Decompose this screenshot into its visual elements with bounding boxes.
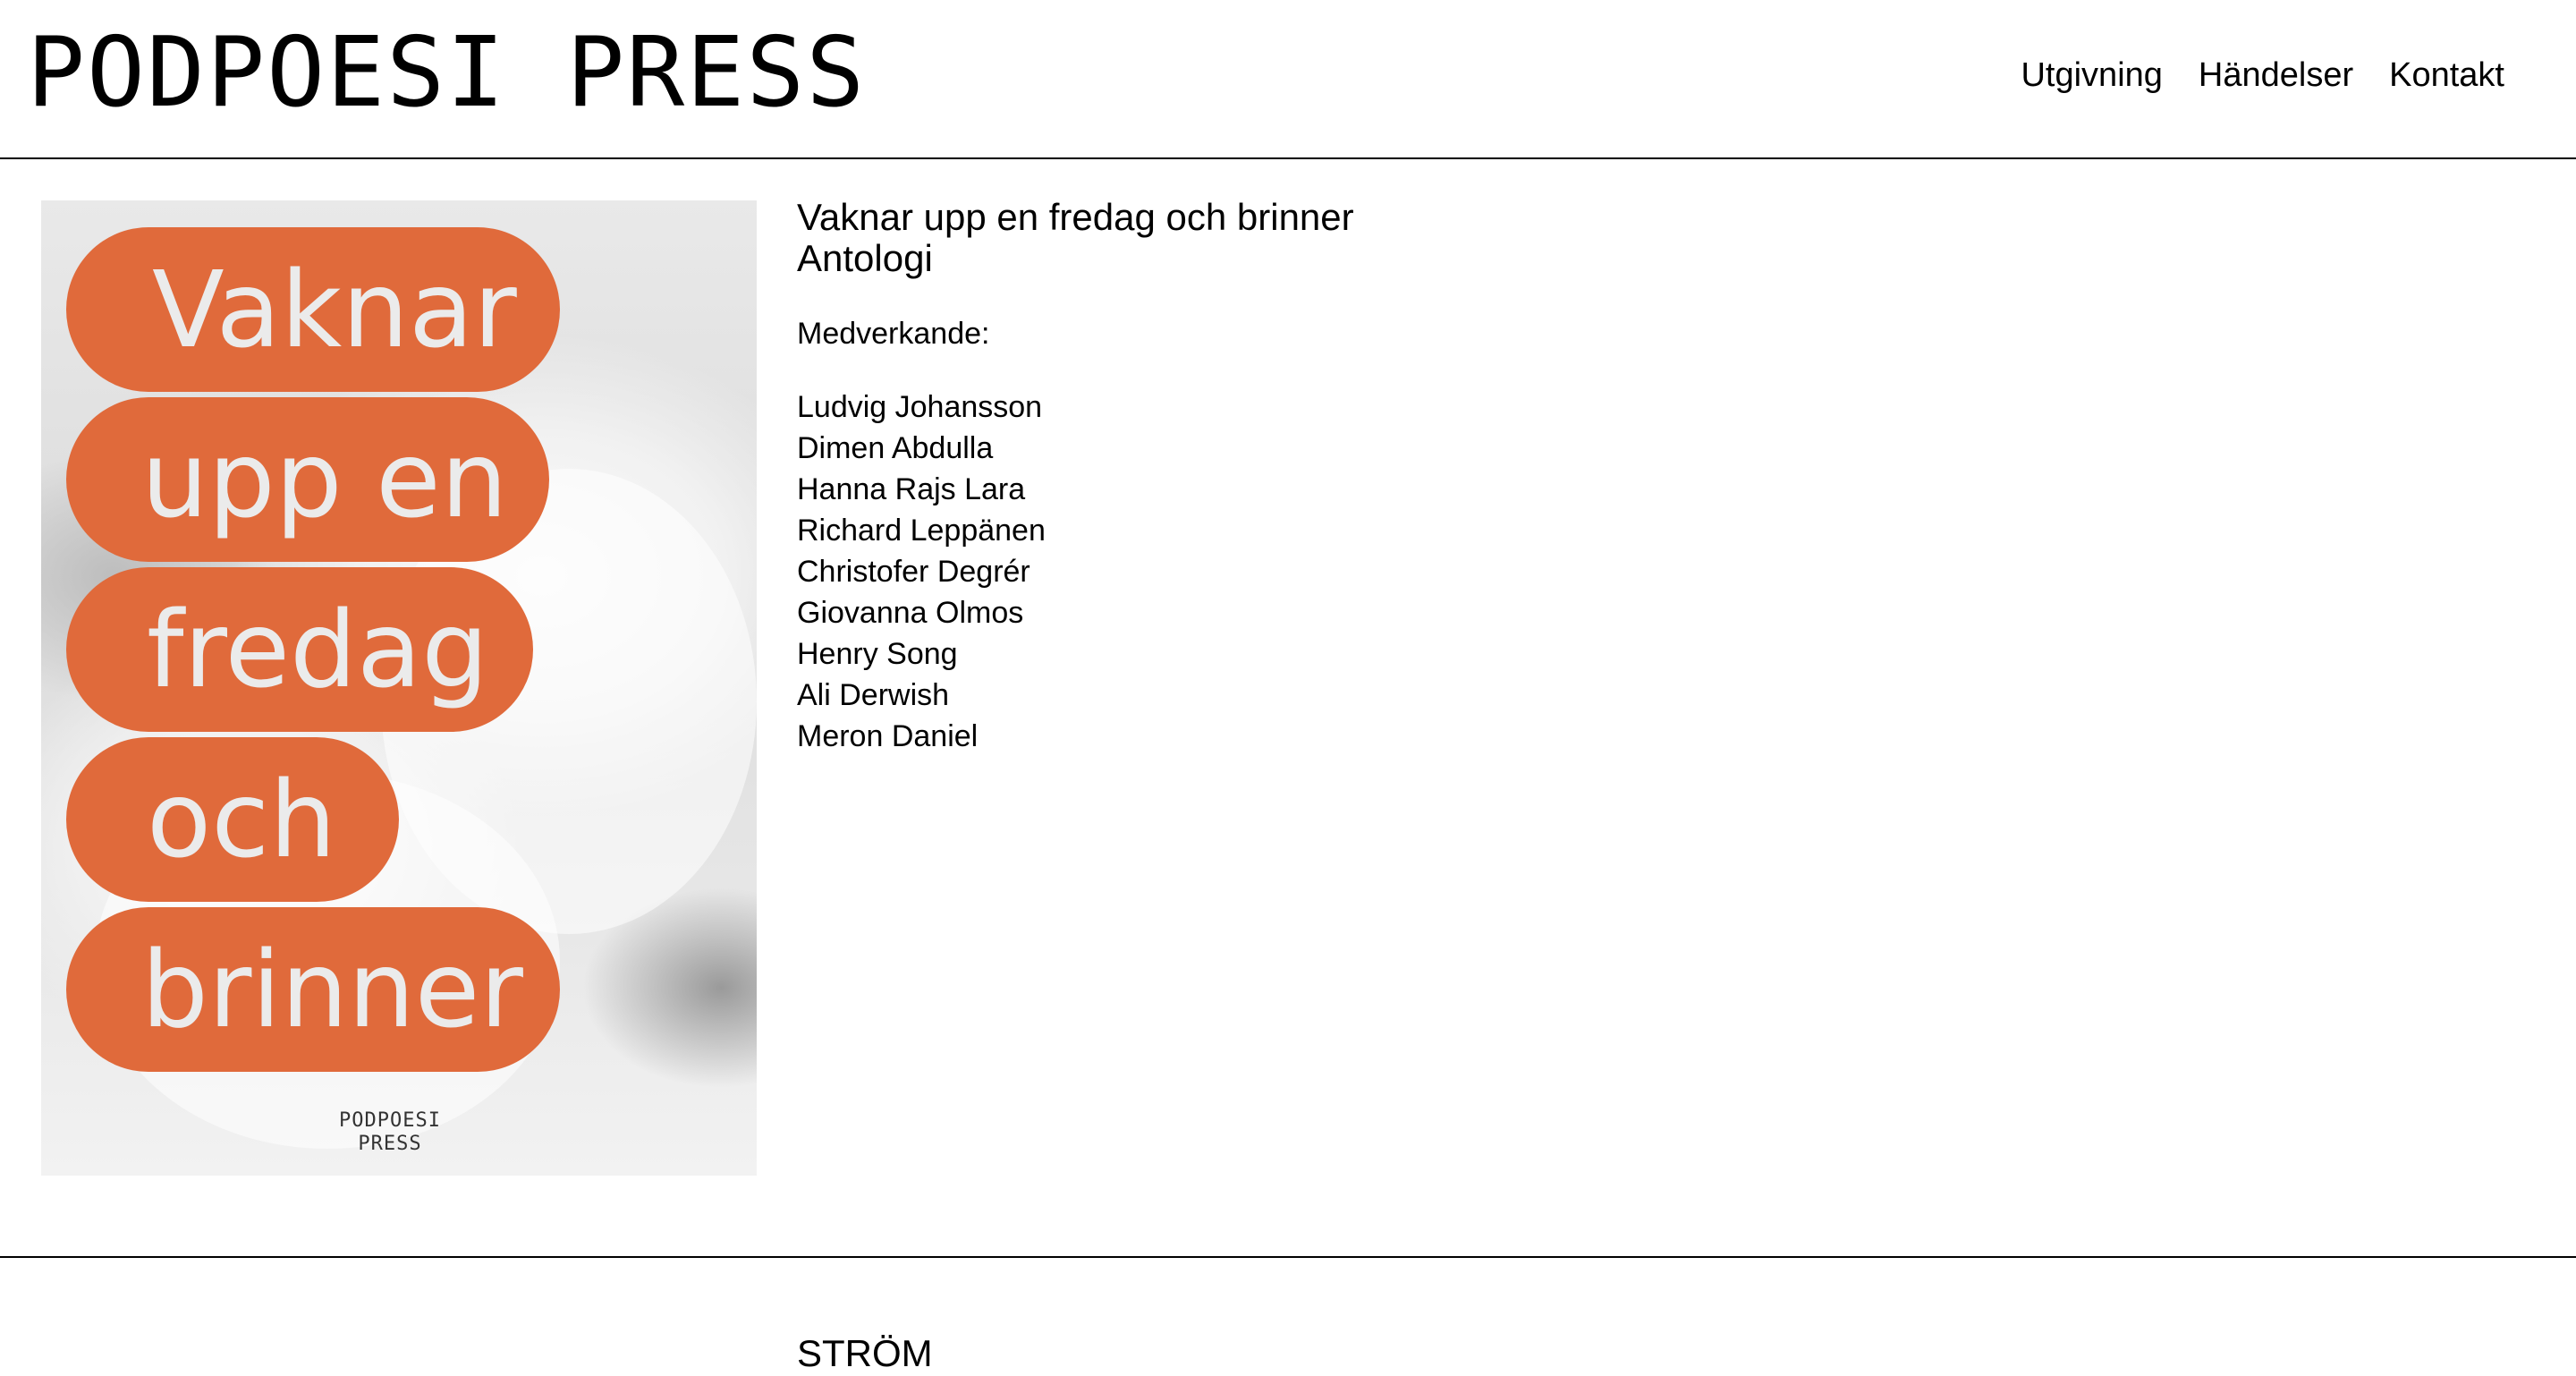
- cover-title-word: Vaknar: [66, 227, 560, 392]
- contributor-name: Richard Leppänen: [797, 514, 1046, 548]
- contributor-name: Meron Daniel: [797, 719, 979, 753]
- main-nav: Utgivning Händelser Kontakt: [2021, 52, 2504, 98]
- cover-title-word: fredag: [66, 567, 533, 732]
- cover-title-word: brinner: [66, 907, 560, 1072]
- contributor-name: Ludvig Johansson: [797, 390, 1043, 424]
- site-header: PODPOESI PRESS Utgivning Händelser Konta…: [0, 0, 2576, 159]
- nav-link-handelser[interactable]: Händelser: [2199, 52, 2353, 98]
- book-section: Vaknar upp en fredag och brinner PODPOES…: [0, 161, 2576, 1258]
- book-title: Vaknar upp en fredag och brinner: [797, 196, 1354, 238]
- contributor-name: Dimen Abdulla: [797, 431, 994, 465]
- contributor-name: Henry Song: [797, 637, 958, 671]
- cover-title-word: upp en: [66, 397, 549, 562]
- cover-title-word: och: [66, 737, 399, 902]
- contributor-name: Giovanna Olmos: [797, 596, 1024, 630]
- contributor-name: Christofer Degrér: [797, 555, 1030, 589]
- contributors-heading: Medverkande:: [797, 317, 990, 351]
- book-subtitle: Antologi: [797, 237, 933, 279]
- nav-link-kontakt[interactable]: Kontakt: [2389, 52, 2504, 98]
- next-book-title[interactable]: STRÖM: [797, 1331, 933, 1376]
- cover-imprint-line: PODPOESI: [339, 1109, 441, 1132]
- nav-link-utgivning[interactable]: Utgivning: [2021, 52, 2162, 98]
- contributor-list: Ludvig Johansson Dimen Abdulla Hanna Raj…: [797, 386, 1781, 757]
- cover-imprint: PODPOESI PRESS: [309, 1109, 470, 1156]
- site-logo[interactable]: PODPOESI PRESS: [27, 20, 866, 127]
- book-cover-image: Vaknar upp en fredag och brinner PODPOES…: [41, 200, 757, 1176]
- contributor-name: Ali Derwish: [797, 678, 950, 712]
- contributor-name: Hanna Rajs Lara: [797, 472, 1026, 506]
- cover-imprint-line: PRESS: [358, 1133, 422, 1155]
- book-info: Vaknar upp en fredag och brinner Antolog…: [797, 197, 1781, 757]
